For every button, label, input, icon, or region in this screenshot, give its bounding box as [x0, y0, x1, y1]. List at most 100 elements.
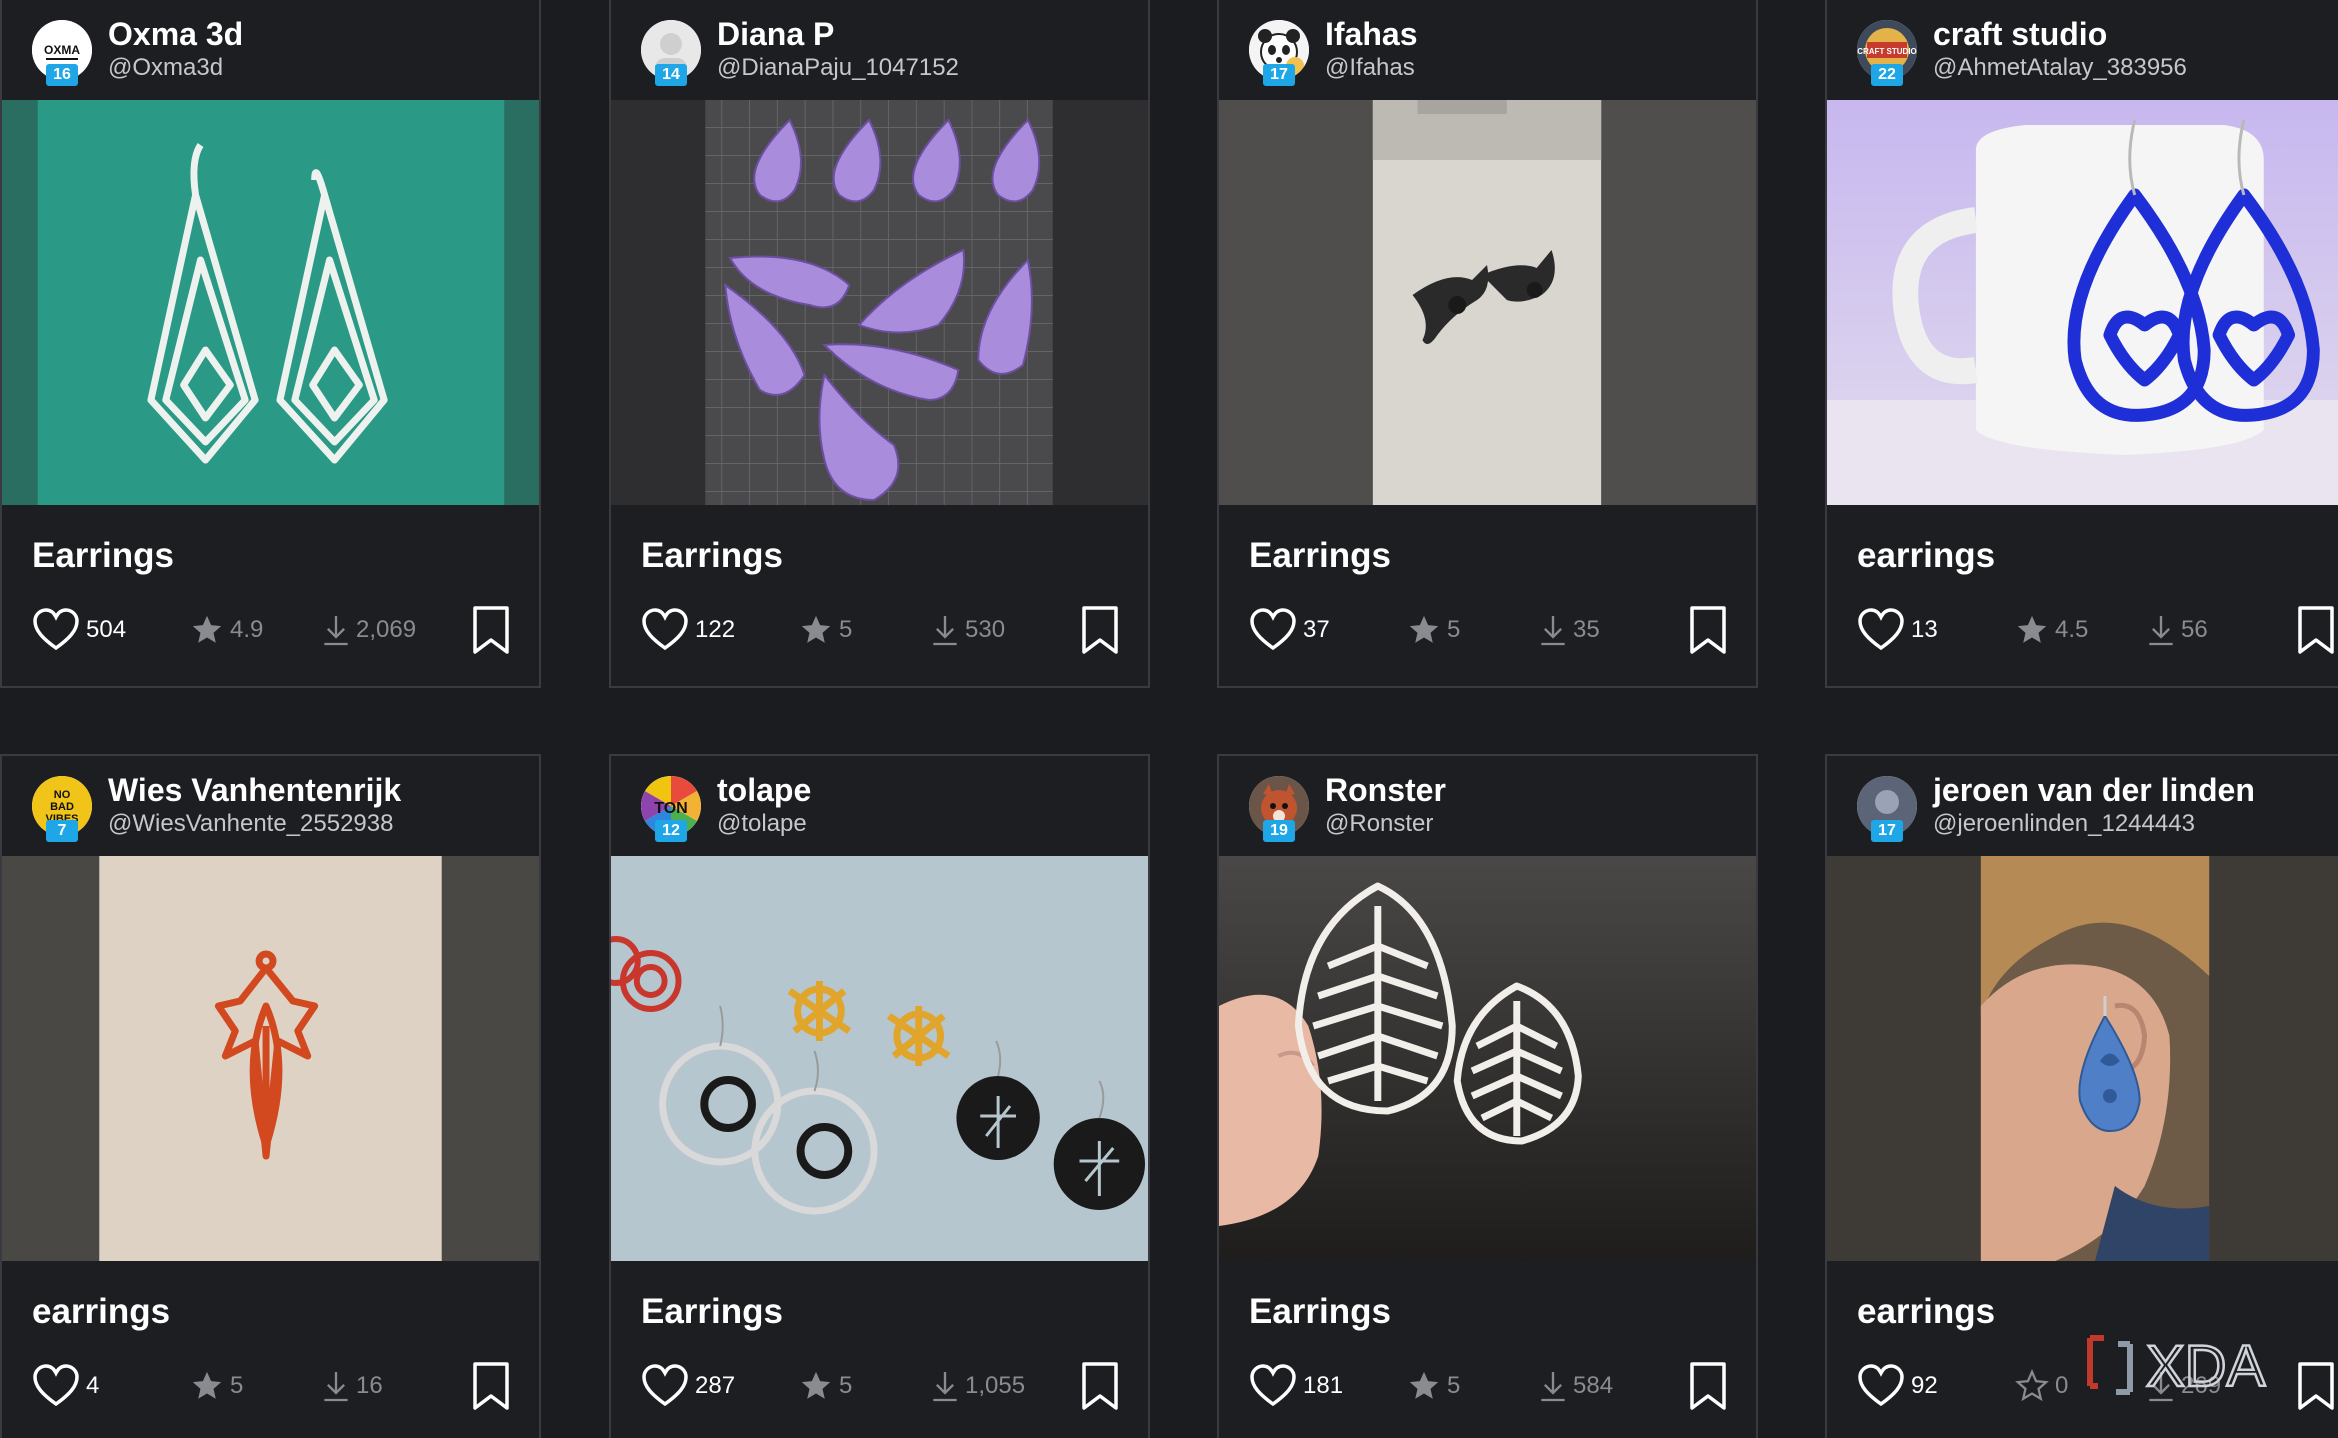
bookmark-icon[interactable]	[1080, 1361, 1120, 1411]
heart-icon[interactable]	[1249, 608, 1297, 652]
star-icon	[799, 1369, 833, 1403]
model-card[interactable]: OXMA 16 Oxma 3d @Oxma3d Earrings 504 4.9…	[0, 0, 541, 688]
model-image[interactable]	[1827, 856, 2338, 1261]
like-stat[interactable]: 13	[1857, 605, 1938, 655]
user-handle[interactable]: @AhmetAtalay_383956	[1933, 54, 2187, 82]
stats-row: 181 5 584	[1249, 1361, 1729, 1411]
stats-row: 287 5 1,055	[641, 1361, 1121, 1411]
like-count: 4	[86, 1372, 100, 1399]
like-count: 504	[86, 616, 127, 643]
rating-stat: 5	[799, 605, 852, 655]
user-name[interactable]: craft studio	[1933, 16, 2107, 53]
download-icon	[2147, 613, 2175, 647]
heart-icon[interactable]	[32, 1364, 80, 1408]
heart-icon[interactable]	[1857, 608, 1905, 652]
model-title[interactable]: Earrings	[641, 1292, 783, 1332]
like-stat[interactable]: 92	[1857, 1361, 1938, 1411]
user-handle[interactable]: @Oxma3d	[108, 54, 223, 82]
stats-row: 4 5 16	[32, 1361, 512, 1411]
download-count: 530	[965, 616, 1006, 643]
rating-value: 4.9	[230, 616, 264, 643]
model-image[interactable]	[2, 856, 539, 1261]
like-stat[interactable]: 287	[641, 1361, 735, 1411]
svg-text:NO: NO	[54, 789, 71, 801]
user-handle[interactable]: @WiesVanhente_2552938	[108, 810, 393, 838]
avatar-text: TON	[654, 800, 687, 817]
like-stat[interactable]: 122	[641, 605, 735, 655]
like-stat[interactable]: 37	[1249, 605, 1330, 655]
download-count: 1,055	[965, 1372, 1026, 1399]
heart-icon[interactable]	[641, 1364, 689, 1408]
avatar-text: CRAFT STUDIO	[1857, 47, 1917, 56]
bookmark-icon[interactable]	[471, 605, 511, 655]
level-badge: 19	[1263, 820, 1295, 842]
download-count: 56	[2181, 616, 2208, 643]
heart-icon[interactable]	[1249, 1364, 1297, 1408]
user-handle[interactable]: @Ronster	[1325, 810, 1433, 838]
heart-icon[interactable]	[1857, 1364, 1905, 1408]
bookmark-icon[interactable]	[1688, 605, 1728, 655]
model-grid: OXMA 16 Oxma 3d @Oxma3d Earrings 504 4.9…	[0, 0, 2338, 1438]
model-card[interactable]: 14 Diana P @DianaPaju_1047152 Earrings 1…	[609, 0, 1150, 688]
star-icon	[1407, 613, 1441, 647]
bookmark-icon[interactable]	[2296, 605, 2336, 655]
rating-value: 5	[839, 1372, 853, 1399]
download-icon	[931, 613, 959, 647]
user-handle[interactable]: @tolape	[717, 810, 807, 838]
rating-stat: 4.5	[2015, 605, 2088, 655]
model-title[interactable]: earrings	[1857, 1292, 1995, 1332]
star-outline-icon	[2015, 1369, 2049, 1403]
heart-icon[interactable]	[32, 608, 80, 652]
like-stat[interactable]: 181	[1249, 1361, 1343, 1411]
model-card[interactable]: 19 Ronster @Ronster Earrings 181 5 584	[1217, 754, 1758, 1438]
bookmark-icon[interactable]	[1080, 605, 1120, 655]
model-title[interactable]: Earrings	[1249, 1292, 1391, 1332]
user-name[interactable]: Ifahas	[1325, 16, 1417, 53]
model-card[interactable]: CRAFT STUDIO 22 craft studio @AhmetAtala…	[1825, 0, 2338, 688]
user-name[interactable]: Diana P	[717, 16, 834, 53]
level-badge: 12	[655, 820, 687, 842]
star-icon	[1407, 1369, 1441, 1403]
card-header: OXMA 16 Oxma 3d @Oxma3d	[2, 0, 539, 100]
bookmark-icon[interactable]	[1688, 1361, 1728, 1411]
star-icon	[190, 1369, 224, 1403]
model-title[interactable]: Earrings	[32, 536, 174, 576]
user-handle[interactable]: @DianaPaju_1047152	[717, 54, 959, 82]
like-count: 13	[1911, 616, 1938, 643]
user-name[interactable]: Oxma 3d	[108, 16, 243, 53]
heart-icon[interactable]	[641, 608, 689, 652]
model-image[interactable]	[2, 100, 539, 505]
card-header: 19 Ronster @Ronster	[1219, 756, 1756, 856]
model-image[interactable]	[611, 856, 1148, 1261]
model-image[interactable]	[1827, 100, 2338, 505]
model-title[interactable]: earrings	[32, 1292, 170, 1332]
like-stat[interactable]: 4	[32, 1361, 99, 1411]
user-name[interactable]: tolape	[717, 772, 811, 809]
model-title[interactable]: Earrings	[641, 536, 783, 576]
user-name[interactable]: jeroen van der linden	[1933, 772, 2255, 809]
model-card[interactable]: 17 Ifahas @Ifahas Earrings 37 5 35	[1217, 0, 1758, 688]
model-card[interactable]: NO BAD VIBES 7 Wies Vanhentenrijk @WiesV…	[0, 754, 541, 1438]
user-name[interactable]: Ronster	[1325, 772, 1446, 809]
bookmark-icon[interactable]	[471, 1361, 511, 1411]
watermark-logo: XDA	[2084, 1330, 2314, 1400]
model-image[interactable]	[1219, 100, 1756, 505]
like-count: 92	[1911, 1372, 1938, 1399]
model-card[interactable]: TON 12 tolape @tolape Earrings 287 5 1,0…	[609, 754, 1150, 1438]
model-image[interactable]	[1219, 856, 1756, 1261]
download-count: 35	[1573, 616, 1600, 643]
model-title[interactable]: earrings	[1857, 536, 1995, 576]
user-handle[interactable]: @Ifahas	[1325, 54, 1415, 82]
rating-value: 5	[1447, 1372, 1461, 1399]
model-title[interactable]: Earrings	[1249, 536, 1391, 576]
user-handle[interactable]: @jeroenlinden_1244443	[1933, 810, 2195, 838]
download-icon	[1539, 613, 1567, 647]
like-count: 287	[695, 1372, 736, 1399]
user-name[interactable]: Wies Vanhentenrijk	[108, 772, 401, 809]
download-count: 16	[356, 1372, 383, 1399]
card-header: NO BAD VIBES 7 Wies Vanhentenrijk @WiesV…	[2, 756, 539, 856]
model-image[interactable]	[611, 100, 1148, 505]
like-stat[interactable]: 504	[32, 605, 126, 655]
star-icon	[2015, 613, 2049, 647]
downloads-stat: 1,055	[931, 1361, 1025, 1411]
